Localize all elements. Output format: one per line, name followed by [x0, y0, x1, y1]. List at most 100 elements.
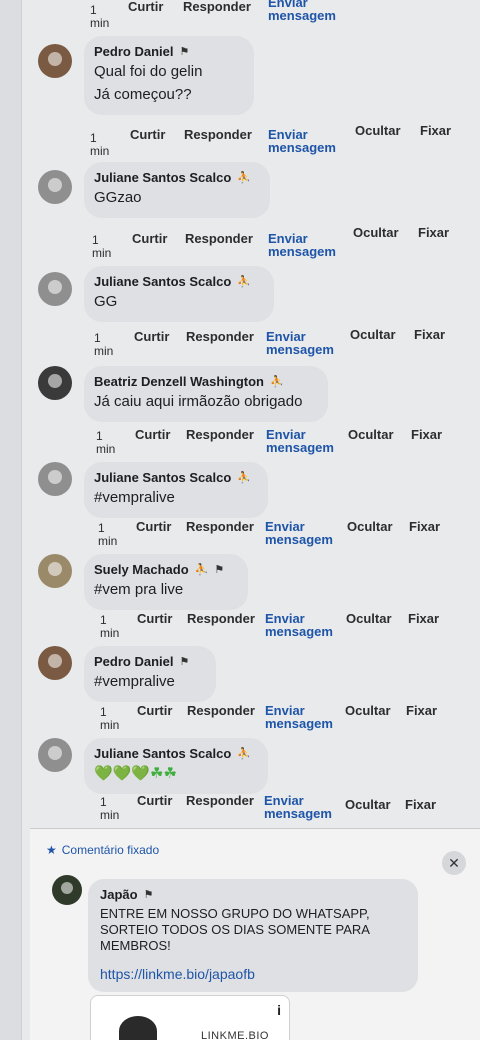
flag-icon: ⚑	[179, 46, 190, 58]
hide-button[interactable]: Ocultar	[353, 226, 399, 239]
avatar[interactable]	[52, 875, 82, 905]
pinned-comment-text: ENTRE EM NOSSO GRUPO DO WHATSAPP, SORTEI…	[100, 906, 370, 953]
reply-button[interactable]: Responder	[186, 520, 254, 533]
like-button[interactable]: Curtir	[136, 520, 171, 533]
comment-text: #vempralive	[94, 673, 175, 690]
comment-text: Já caiu aqui irmãozão obrigado	[94, 393, 303, 410]
comment-bubble: Pedro Daniel ⚑ Qual foi do gelin Já come…	[84, 36, 254, 115]
reply-button[interactable]: Responder	[187, 612, 255, 625]
comment-text: Já começou??	[94, 86, 192, 103]
pinned-comment-section: ★ Comentário fixado ✕ Japão ⚑ ENTRE EM N…	[30, 828, 480, 1040]
top-fan-icon: ⛹	[237, 172, 251, 184]
pin-button[interactable]: Fixar	[418, 226, 449, 239]
hide-button[interactable]: Ocultar	[348, 428, 394, 441]
timestamp: 1 min	[100, 613, 120, 640]
send-message-link[interactable]: Enviar mensagem	[265, 704, 337, 730]
pin-button[interactable]: Fixar	[414, 328, 445, 341]
send-message-link[interactable]: Enviar mensagem	[266, 330, 338, 356]
comment-bubble: Juliane Santos Scalco ⛹ #vempralive	[84, 462, 268, 518]
close-pinned-button[interactable]: ✕	[442, 851, 466, 875]
comment-text: 💚💚💚☘☘	[94, 765, 177, 782]
pinned-comment-link[interactable]: https://linkme.bio/japaofb	[100, 966, 406, 982]
timestamp: 1 min	[100, 705, 120, 732]
pinned-comment-bubble: Japão ⚑ ENTRE EM NOSSO GRUPO DO WHATSAPP…	[88, 879, 418, 992]
avatar[interactable]	[38, 738, 72, 772]
reply-button[interactable]: Responder	[186, 794, 254, 807]
left-rail	[0, 0, 22, 1040]
avatar[interactable]	[38, 366, 72, 400]
like-button[interactable]: Curtir	[137, 612, 172, 625]
author-name[interactable]: Japão	[100, 887, 138, 902]
pin-button[interactable]: Fixar	[411, 428, 442, 441]
like-button[interactable]: Curtir	[132, 232, 167, 245]
send-message-link[interactable]: Enviar mensagem	[265, 612, 337, 638]
comment-text: GG	[94, 293, 118, 310]
pin-icon: ★	[46, 843, 57, 857]
hide-button[interactable]: Ocultar	[347, 520, 393, 533]
link-preview-title: LINKME.BIO	[201, 1030, 269, 1040]
pinned-label-text: Comentário fixado	[61, 843, 160, 857]
send-message-link[interactable]: Enviar mensagem	[265, 520, 337, 546]
top-fan-icon: ⛹	[237, 276, 251, 288]
avatar[interactable]	[38, 462, 72, 496]
top-fan-icon: ⛹	[237, 748, 251, 760]
info-icon[interactable]: i	[277, 1002, 281, 1018]
reply-button[interactable]: Responder	[186, 330, 254, 343]
send-message-link[interactable]: Enviar mensagem	[266, 428, 338, 454]
comment-text: Qual foi do gelin	[94, 63, 203, 80]
link-preview-thumbnail	[119, 1016, 157, 1040]
pin-button[interactable]: Fixar	[408, 612, 439, 625]
timestamp: 1 min	[96, 429, 116, 456]
timestamp: 1 min	[100, 795, 120, 822]
top-fan-icon: ⛹	[237, 472, 251, 484]
reply-button[interactable]: Responder	[183, 0, 251, 13]
hide-button[interactable]: Ocultar	[350, 328, 396, 341]
author-name[interactable]: Juliane Santos Scalco	[94, 274, 231, 289]
author-name[interactable]: Beatriz Denzell Washington	[94, 374, 264, 389]
author-name[interactable]: Juliane Santos Scalco	[94, 470, 231, 485]
like-button[interactable]: Curtir	[134, 330, 169, 343]
pin-button[interactable]: Fixar	[409, 520, 440, 533]
reply-button[interactable]: Responder	[186, 428, 254, 441]
pin-button[interactable]: Fixar	[406, 704, 437, 717]
comment-bubble: Juliane Santos Scalco ⛹ 💚💚💚☘☘	[84, 738, 268, 794]
send-message-link[interactable]: Enviar mensagem	[264, 794, 336, 820]
like-button[interactable]: Curtir	[137, 794, 172, 807]
comment-bubble: Juliane Santos Scalco ⛹ GGzao	[84, 162, 270, 218]
avatar[interactable]	[38, 170, 72, 204]
timestamp: 1 min	[90, 3, 110, 30]
reply-button[interactable]: Responder	[187, 704, 255, 717]
hide-button[interactable]: Ocultar	[355, 124, 401, 137]
comment-bubble: Pedro Daniel ⚑ #vempralive	[84, 646, 216, 702]
avatar[interactable]	[38, 272, 72, 306]
like-button[interactable]: Curtir	[135, 428, 170, 441]
send-message-link[interactable]: Enviar mensagem	[268, 0, 340, 22]
author-name[interactable]: Suely Machado	[94, 562, 189, 577]
like-button[interactable]: Curtir	[128, 0, 163, 13]
link-preview-card[interactable]: i LINKME.BIO	[90, 995, 290, 1040]
comment-feed: 1 min Curtir Responder Enviar mensagem Pe…	[30, 0, 480, 830]
timestamp: 1 min	[98, 521, 118, 548]
author-name[interactable]: Juliane Santos Scalco	[94, 170, 231, 185]
author-name[interactable]: Pedro Daniel	[94, 44, 173, 59]
send-message-link[interactable]: Enviar mensagem	[268, 232, 340, 258]
hide-button[interactable]: Ocultar	[346, 612, 392, 625]
timestamp: 1 min	[94, 331, 114, 358]
reply-button[interactable]: Responder	[184, 128, 252, 141]
hide-button[interactable]: Ocultar	[345, 798, 391, 811]
hide-button[interactable]: Ocultar	[345, 704, 391, 717]
pin-button[interactable]: Fixar	[405, 798, 436, 811]
comment-text: #vempralive	[94, 489, 175, 506]
top-fan-icon: ⛹	[269, 376, 284, 388]
avatar[interactable]	[38, 44, 72, 78]
avatar[interactable]	[38, 646, 72, 680]
reply-button[interactable]: Responder	[185, 232, 253, 245]
pin-button[interactable]: Fixar	[420, 124, 451, 137]
avatar[interactable]	[38, 554, 72, 588]
like-button[interactable]: Curtir	[130, 128, 165, 141]
comment-bubble: Suely Machado ⛹ ⚑ #vem pra live	[84, 554, 248, 610]
like-button[interactable]: Curtir	[137, 704, 172, 717]
author-name[interactable]: Pedro Daniel	[94, 654, 173, 669]
send-message-link[interactable]: Enviar mensagem	[268, 128, 340, 154]
author-name[interactable]: Juliane Santos Scalco	[94, 746, 231, 761]
